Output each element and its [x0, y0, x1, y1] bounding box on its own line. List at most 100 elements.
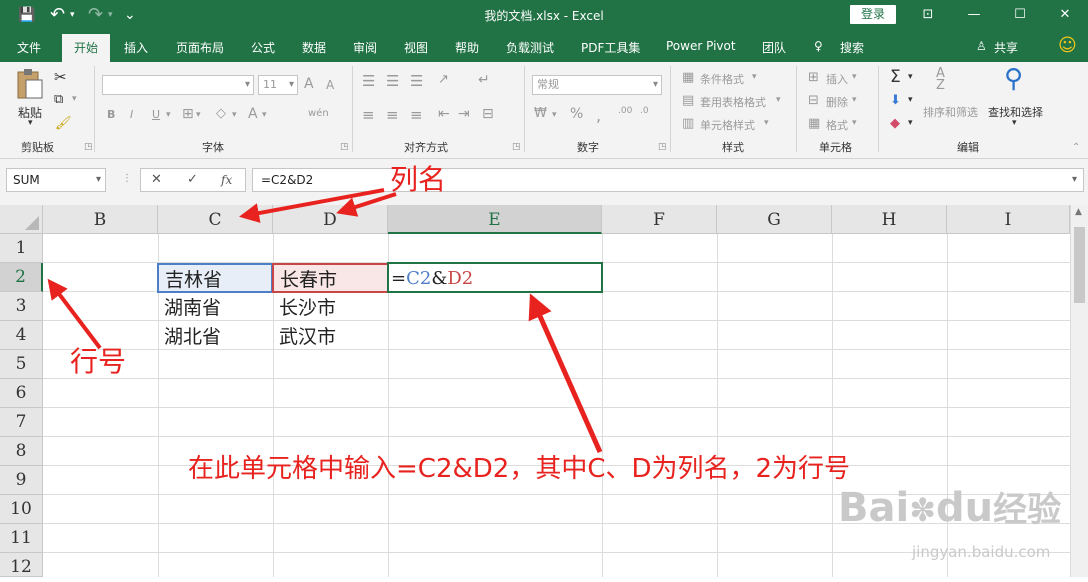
tab-data[interactable]: 数据 [302, 39, 326, 57]
maximize-button[interactable]: ☐ [997, 0, 1043, 30]
smiley-icon[interactable]: ☺ [1058, 35, 1077, 56]
minimize-button[interactable]: — [951, 0, 997, 30]
row-header-7[interactable]: 7 [0, 408, 43, 437]
row-header-3[interactable]: 3 [0, 292, 43, 321]
row-header-9[interactable]: 9 [0, 466, 43, 495]
row-header-1[interactable]: 1 [0, 234, 43, 263]
autosum-icon[interactable]: Σ [890, 67, 901, 87]
phonetic-guide-icon[interactable]: wén [308, 108, 329, 119]
cell-c4[interactable]: 湖北省 [158, 322, 273, 350]
collapse-ribbon-icon[interactable]: ⌃ [1072, 142, 1080, 153]
align-right-icon[interactable]: ≡ [410, 106, 423, 124]
scrollbar-thumb[interactable] [1074, 227, 1085, 303]
fill-dropdown-icon[interactable]: ▾ [908, 95, 913, 105]
copy-icon[interactable]: ⧉ [54, 92, 63, 107]
align-left-icon[interactable]: ≡ [362, 106, 375, 124]
ribbon-display-options-icon[interactable]: ⊡ [905, 0, 951, 30]
column-header-d[interactable]: D [273, 205, 388, 234]
align-middle-icon[interactable]: ☰ [386, 72, 399, 90]
cell-d3[interactable]: 长沙市 [273, 293, 388, 321]
enter-icon[interactable]: ✓ [187, 170, 198, 190]
tab-insert[interactable]: 插入 [124, 39, 148, 57]
increase-decimal-icon[interactable]: .00 [618, 106, 632, 116]
increase-indent-icon[interactable]: ⇥ [458, 106, 470, 122]
tab-formulas[interactable]: 公式 [251, 39, 275, 57]
tab-review[interactable]: 审阅 [353, 39, 377, 57]
name-box[interactable]: SUM ▾ [6, 168, 106, 192]
shrink-font-icon[interactable]: A [326, 78, 334, 92]
insert-cells-dropdown-icon[interactable]: ▾ [852, 72, 857, 82]
copy-dropdown-icon[interactable]: ▾ [72, 94, 77, 104]
cell-d4[interactable]: 武汉市 [273, 322, 388, 350]
column-header-c[interactable]: C [158, 205, 273, 234]
column-header-f[interactable]: F [602, 205, 717, 234]
cut-icon[interactable]: ✂ [54, 68, 67, 86]
format-painter-icon[interactable]: 🖌 [55, 116, 72, 131]
row-header-11[interactable]: 11 [0, 524, 43, 553]
align-top-icon[interactable]: ☰ [362, 72, 375, 90]
select-all-button[interactable] [0, 205, 43, 234]
format-as-table-dropdown-icon[interactable]: ▾ [776, 95, 781, 105]
login-button[interactable]: 登录 [850, 5, 896, 24]
align-bottom-icon[interactable]: ☰ [410, 72, 423, 90]
column-header-b[interactable]: B [43, 205, 158, 234]
paste-icon[interactable] [16, 68, 44, 100]
sort-filter-button[interactable]: 排序和筛选 [923, 104, 978, 120]
name-box-dropdown-icon[interactable]: ▾ [96, 169, 101, 191]
share-button[interactable]: 共享 [994, 39, 1018, 57]
decrease-indent-icon[interactable]: ⇤ [438, 106, 450, 122]
worksheet-grid[interactable]: B C D E F G H I 1 2 3 4 5 6 7 8 9 10 11 … [0, 205, 1088, 577]
tab-pdf-tools[interactable]: PDF工具集 [581, 39, 640, 57]
font-size-combo[interactable]: 11 [258, 75, 298, 95]
cancel-icon[interactable]: ✕ [151, 170, 162, 190]
font-name-combo[interactable] [102, 75, 254, 95]
tab-home[interactable]: 开始 [62, 34, 110, 62]
number-format-combo[interactable]: 常规 [532, 75, 662, 95]
format-as-table-button[interactable]: 套用表格格式 [700, 94, 766, 110]
underline-dropdown-icon[interactable]: ▾ [166, 110, 171, 120]
decrease-decimal-icon[interactable]: .0 [640, 106, 649, 116]
tab-team[interactable]: 团队 [762, 39, 786, 57]
alignment-launcher-icon[interactable]: ◳ [512, 142, 521, 152]
sort-filter-icon[interactable]: AZ [936, 67, 945, 92]
number-launcher-icon[interactable]: ◳ [658, 142, 667, 152]
bold-button[interactable]: B [107, 108, 115, 121]
font-color-dropdown-icon[interactable]: ▾ [262, 110, 267, 120]
autosum-dropdown-icon[interactable]: ▾ [908, 72, 913, 82]
vertical-scrollbar[interactable]: ▲ [1070, 205, 1088, 577]
wrap-text-icon[interactable]: ↵ [478, 72, 490, 88]
comma-style-button[interactable]: , [596, 106, 601, 125]
cell-styles-dropdown-icon[interactable]: ▾ [764, 118, 769, 128]
row-header-10[interactable]: 10 [0, 495, 43, 524]
clear-icon[interactable]: ◆ [890, 116, 900, 131]
italic-button[interactable]: I [130, 108, 133, 121]
tab-help[interactable]: 帮助 [455, 39, 479, 57]
grow-font-icon[interactable]: A [304, 76, 314, 92]
cell-c2[interactable]: 吉林省 [157, 263, 273, 293]
expand-formula-icon[interactable]: ▾ [1072, 169, 1077, 191]
format-cells-button[interactable]: 格式 [826, 117, 848, 133]
paste-dropdown-icon[interactable]: ▾ [28, 118, 33, 128]
cell-d2[interactable]: 长春市 [272, 263, 389, 293]
fill-color-dropdown-icon[interactable]: ▾ [232, 110, 237, 120]
conditional-formatting-button[interactable]: 条件格式 [700, 71, 744, 87]
tab-load-test[interactable]: 负载测试 [506, 39, 554, 57]
font-color-icon[interactable]: A [248, 106, 258, 122]
close-button[interactable]: ✕ [1042, 0, 1088, 30]
grip-icon[interactable]: ⋮ [122, 173, 132, 184]
find-select-dropdown-icon[interactable]: ▾ [1012, 118, 1017, 128]
row-header-5[interactable]: 5 [0, 350, 43, 379]
fill-color-icon[interactable]: ◇ [216, 106, 226, 121]
row-header-2[interactable]: 2 [0, 263, 43, 292]
clipboard-launcher-icon[interactable]: ◳ [84, 142, 93, 152]
tab-file[interactable]: 文件 [17, 39, 41, 57]
format-cells-dropdown-icon[interactable]: ▾ [852, 118, 857, 128]
cell-styles-button[interactable]: 单元格样式 [700, 117, 755, 133]
column-header-e[interactable]: E [388, 205, 602, 234]
row-header-12[interactable]: 12 [0, 553, 43, 577]
fill-icon[interactable]: ⬇ [890, 93, 901, 108]
tab-power-pivot[interactable]: Power Pivot [666, 39, 736, 57]
scroll-up-icon[interactable]: ▲ [1075, 207, 1082, 217]
align-center-icon[interactable]: ≡ [386, 106, 399, 124]
merge-center-icon[interactable]: ⊟ [482, 106, 494, 122]
